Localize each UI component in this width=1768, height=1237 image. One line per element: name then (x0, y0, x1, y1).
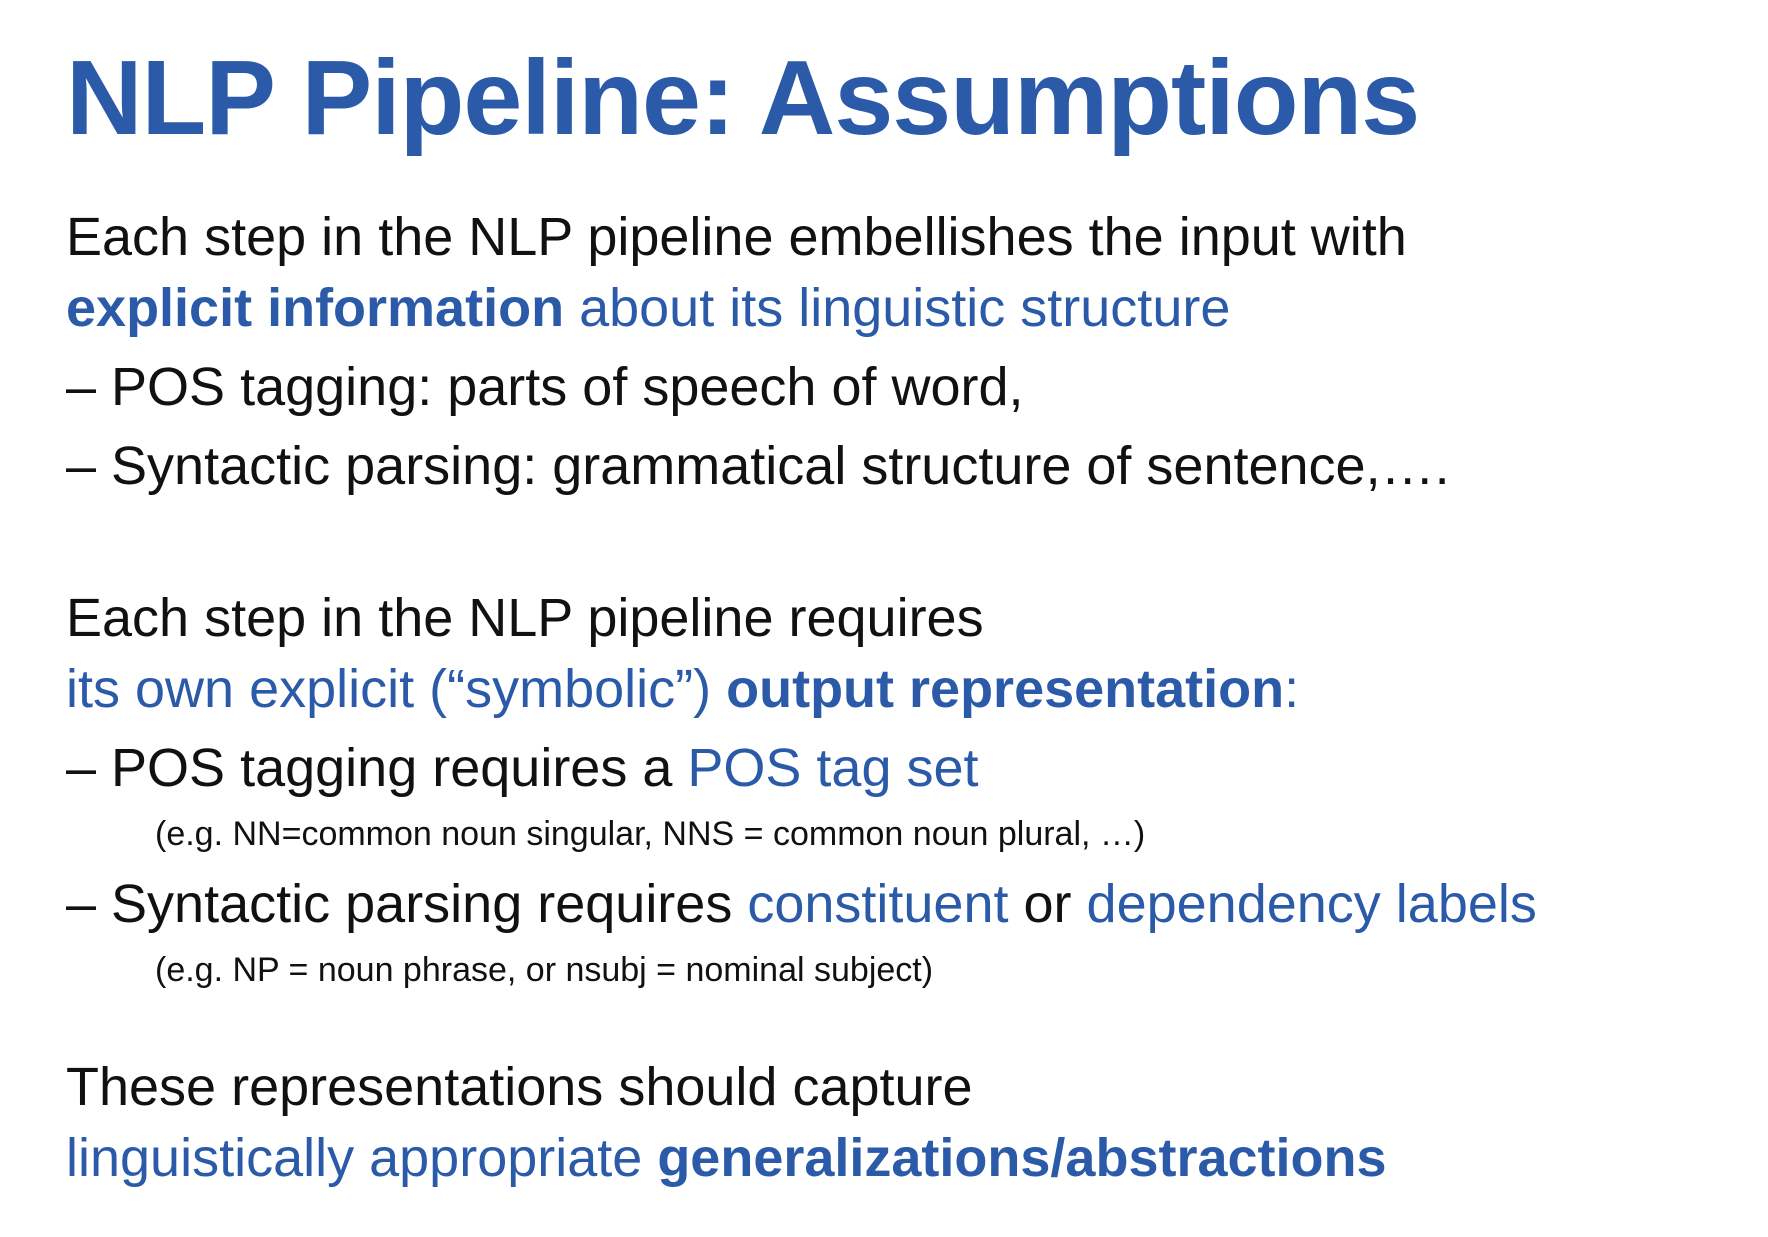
section2-bullet-parsing-term1: constituent (747, 874, 1009, 934)
section2-intro: Each step in the NLP pipeline requires (66, 588, 984, 648)
page-title: NLP Pipeline: Assumptions (66, 39, 1420, 157)
section2-emphasis-colon: : (1284, 659, 1300, 719)
section2-bullet-parsing-term2: dependency labels (1086, 874, 1537, 934)
section1-emphasis-rest: about its linguistic structure (564, 278, 1231, 338)
section2-emphasis-bold: output representation (726, 659, 1285, 719)
section3-emphasis: linguistically appropriate generalizatio… (66, 1126, 1387, 1191)
section2-bullet-pos: – POS tagging requires a POS tag set (66, 736, 979, 801)
section1-bullet-pos: – POS tagging: parts of speech of word, (66, 357, 1024, 417)
section2-emphasis-plain: its own explicit (“symbolic”) (66, 659, 727, 719)
section3-emphasis-plain: linguistically appropriate (66, 1128, 658, 1188)
section3-intro: These representations should capture (66, 1057, 973, 1117)
section1-bullet-parsing: – Syntactic parsing: grammatical structu… (66, 436, 1450, 496)
section2-bullet-parsing: – Syntactic parsing requires constituent… (66, 872, 1537, 937)
slide: NLP Pipeline: Assumptions Each step in t… (0, 0, 1768, 1237)
section2-bullet-parsing-note: (e.g. NP = noun phrase, or nsubj = nomin… (155, 951, 934, 989)
section3-emphasis-bold: generalizations/abstractions (657, 1128, 1387, 1188)
section2-emphasis: its own explicit (“symbolic”) output rep… (66, 657, 1299, 722)
section1-emphasis: explicit information about its linguisti… (66, 276, 1230, 341)
section2-bullet-parsing-prefix: – Syntactic parsing requires (66, 874, 748, 934)
section2-bullet-pos-note: (e.g. NN=common noun singular, NNS = com… (155, 815, 1146, 853)
section1-emphasis-bold: explicit information (66, 278, 565, 338)
section1-intro: Each step in the NLP pipeline embellishe… (66, 207, 1407, 267)
section2-bullet-pos-prefix: – POS tagging requires a (66, 738, 688, 798)
section2-bullet-parsing-or: or (1008, 874, 1087, 934)
section2-bullet-pos-term: POS tag set (687, 738, 979, 798)
